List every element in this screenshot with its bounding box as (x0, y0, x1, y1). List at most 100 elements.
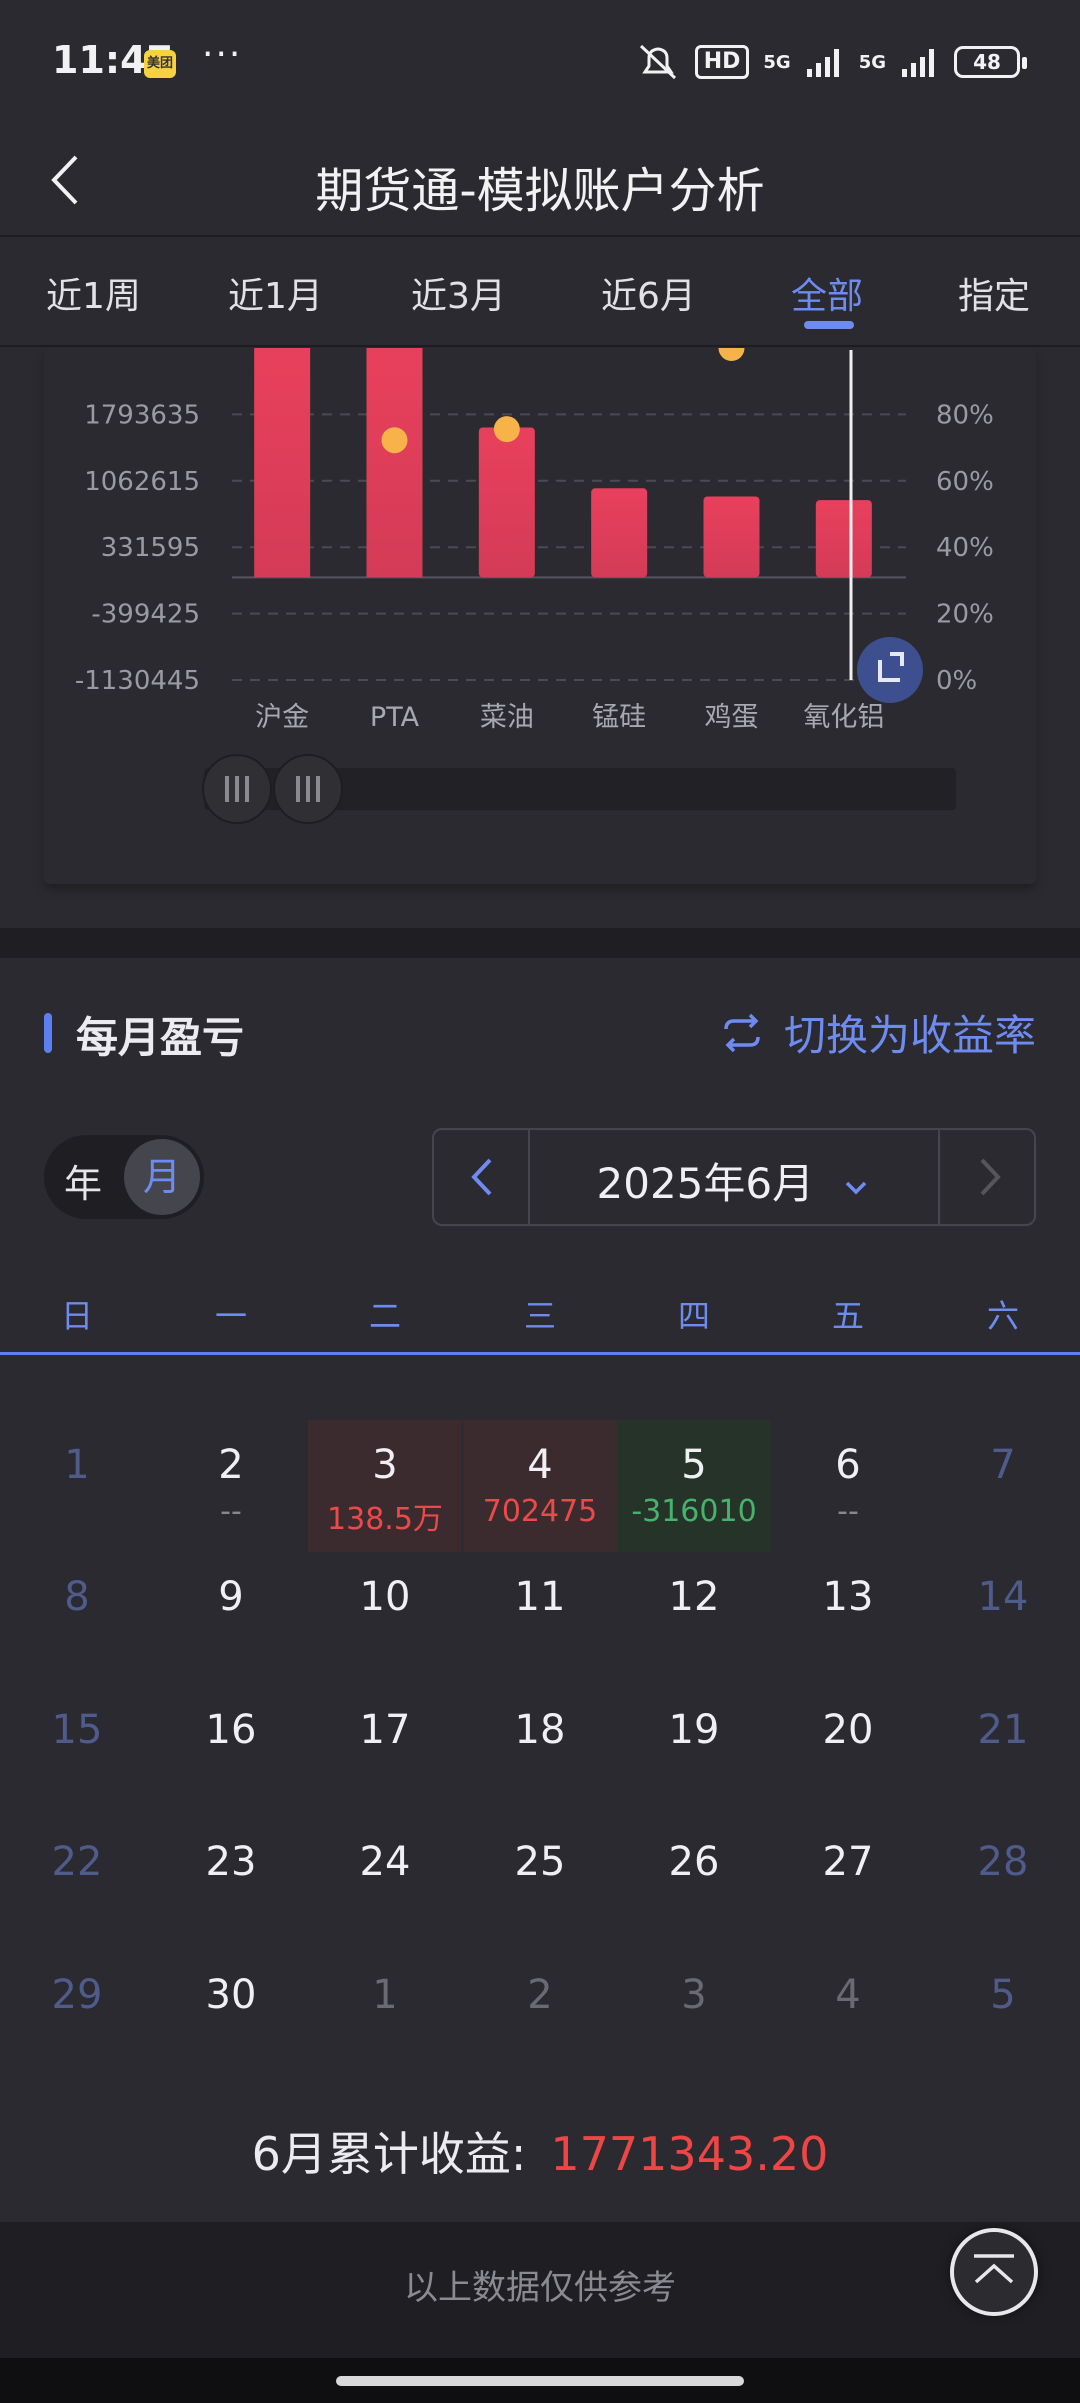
chevron-right-icon (980, 1158, 1001, 1196)
y2-axis-tick-label: 0% (936, 666, 977, 696)
current-month-label: 2025年6月 (596, 1159, 815, 1208)
bar-4[interactable] (703, 496, 760, 578)
period-tabs: 近1周 近1月 近3月 近6月 全部 指定 (0, 235, 1080, 347)
calendar-day-number: 18 (514, 1707, 566, 1753)
bar-3[interactable] (591, 488, 648, 578)
calendar-day-pnl: -- (220, 1494, 242, 1529)
calendar-day-number: 2 (218, 1442, 244, 1488)
calendar-day-number: 21 (977, 1707, 1029, 1753)
bar-chart-svg: 1793635 80% 1062615 60% 331595 40% -399425 20% -… (75, 348, 994, 824)
calendar-day[interactable]: 21 (926, 1685, 1080, 1817)
calendar-day[interactable]: 22 (0, 1817, 154, 1949)
calendar-day[interactable]: 27 (771, 1817, 925, 1949)
month-picker[interactable]: 2025年6月 (530, 1150, 938, 1211)
calendar-day[interactable]: 1 (0, 1420, 154, 1552)
calendar-day-number: 17 (359, 1707, 411, 1753)
calendar-day[interactable]: 10 (308, 1552, 462, 1684)
weekday-tue: 二 (368, 1297, 401, 1335)
disclaimer-text: 以上数据仅供参考 (404, 2268, 676, 2308)
calendar-day-number: 26 (668, 1839, 720, 1885)
calendar-day[interactable]: 3 (617, 1950, 771, 2082)
calendar-day[interactable]: 2 -- (154, 1420, 308, 1552)
pnl-by-product-chart: 1793635 80% 1062615 60% 331595 40% -399425 20% -… (44, 348, 1036, 884)
tab-all[interactable]: 全部 (791, 267, 863, 319)
toggle-month[interactable]: 月 (124, 1139, 200, 1215)
calendar-day[interactable]: 28 (926, 1817, 1080, 1949)
calendar-day[interactable]: 13 (771, 1552, 925, 1684)
fullscreen-icon[interactable] (857, 637, 923, 703)
calendar-day[interactable]: 14 (926, 1552, 1080, 1684)
calendar-day[interactable]: 15 (0, 1685, 154, 1817)
bar-5[interactable] (815, 500, 872, 578)
y-axis-tick-label: -399425 (91, 600, 200, 630)
y-axis-tick-label: 1062615 (84, 467, 200, 497)
calendar-day-number: 11 (514, 1574, 566, 1620)
calendar-day[interactable]: 29 (0, 1950, 154, 2082)
switch-to-return-rate-button[interactable]: 切换为收益率 (720, 1002, 1036, 1063)
calendar-day[interactable]: 23 (154, 1817, 308, 1949)
calendar-day[interactable]: 9 (154, 1552, 308, 1684)
calendar-day[interactable]: 11 (463, 1552, 617, 1684)
y2-axis-tick-label: 40% (936, 533, 994, 563)
calendar-day[interactable]: 25 (463, 1817, 617, 1949)
bar-1[interactable] (366, 348, 423, 578)
calendar-day-number: 3 (681, 1972, 707, 2018)
y-axis-tick-label: 331595 (101, 533, 200, 563)
calendar-day[interactable]: 30 (154, 1950, 308, 2082)
calendar-day[interactable]: 1 (308, 1950, 462, 2082)
calendar-day[interactable]: 24 (308, 1817, 462, 1949)
calendar-day-number: 4 (527, 1442, 553, 1488)
tab-custom[interactable]: 指定 (958, 267, 1030, 319)
x-axis-category-label: 锰硅 (592, 702, 646, 733)
calendar-day[interactable]: 17 (308, 1685, 462, 1817)
bar-2[interactable] (478, 427, 535, 578)
calendar-day[interactable]: 20 (771, 1685, 925, 1817)
calendar-day[interactable]: 5 -316010 (617, 1420, 771, 1552)
prev-month-button[interactable] (434, 1130, 530, 1224)
calendar-day[interactable]: 4 702475 (463, 1420, 617, 1552)
tab-6-months[interactable]: 近6月 (601, 267, 696, 319)
calendar-day-number: 16 (205, 1707, 257, 1753)
calendar-day[interactable]: 16 (154, 1685, 308, 1817)
calendar-day[interactable]: 4 (771, 1950, 925, 2082)
tab-3-months[interactable]: 近3月 (411, 267, 506, 319)
back-to-top-button[interactable] (950, 2228, 1038, 2316)
rate-point-2[interactable] (493, 416, 520, 443)
calendar-day[interactable]: 19 (617, 1685, 771, 1817)
weekday-wed: 三 (523, 1297, 556, 1335)
calendar-day[interactable]: 8 (0, 1552, 154, 1684)
tab-1-month[interactable]: 近1月 (228, 267, 323, 319)
calendar-day-number: 28 (977, 1839, 1029, 1885)
calendar-day[interactable]: 6 -- (771, 1420, 925, 1552)
calendar-day[interactable]: 26 (617, 1817, 771, 1949)
calendar-day[interactable]: 3 138.5万 (308, 1420, 462, 1552)
tab-1-week[interactable]: 近1周 (46, 267, 141, 319)
y2-axis-tick-label: 20% (936, 600, 994, 630)
x-axis-category-label: 鸡蛋 (705, 702, 759, 733)
calendar-day[interactable]: 18 (463, 1685, 617, 1817)
calendar-day[interactable]: 7 (926, 1420, 1080, 1552)
bar-0[interactable] (254, 348, 311, 578)
calendar-day[interactable]: 12 (617, 1552, 771, 1684)
status-bar: 11:47 美团 ··· HD 5G 5G 48 (0, 0, 1080, 125)
weekday-thu: 四 (677, 1297, 710, 1335)
next-month-button[interactable] (938, 1130, 1034, 1224)
chart-zoom-slider[interactable] (202, 754, 956, 824)
month-navigator: 2025年6月 (432, 1128, 1036, 1226)
tab-active-indicator (804, 321, 854, 329)
calendar-day[interactable]: 5 (926, 1950, 1080, 2082)
calendar-day-number: 14 (977, 1574, 1029, 1620)
calendar-day-number: 27 (822, 1839, 874, 1885)
chevron-left-icon (471, 1158, 492, 1196)
calendar-day[interactable]: 2 (463, 1950, 617, 2082)
year-month-toggle[interactable]: 年 月 (44, 1135, 204, 1219)
rate-point-4[interactable] (718, 348, 745, 361)
calendar-day-number: 30 (205, 1972, 257, 2018)
toggle-year[interactable]: 年 (64, 1153, 102, 1208)
rate-point-1[interactable] (381, 427, 408, 454)
5g-label-2: 5G (858, 51, 886, 73)
home-indicator[interactable] (336, 2376, 744, 2386)
monthly-pnl-title: 每月盈亏 (76, 1013, 245, 1062)
y2-axis-tick-label: 60% (936, 467, 994, 497)
arrow-up-icon (974, 2254, 1014, 2284)
